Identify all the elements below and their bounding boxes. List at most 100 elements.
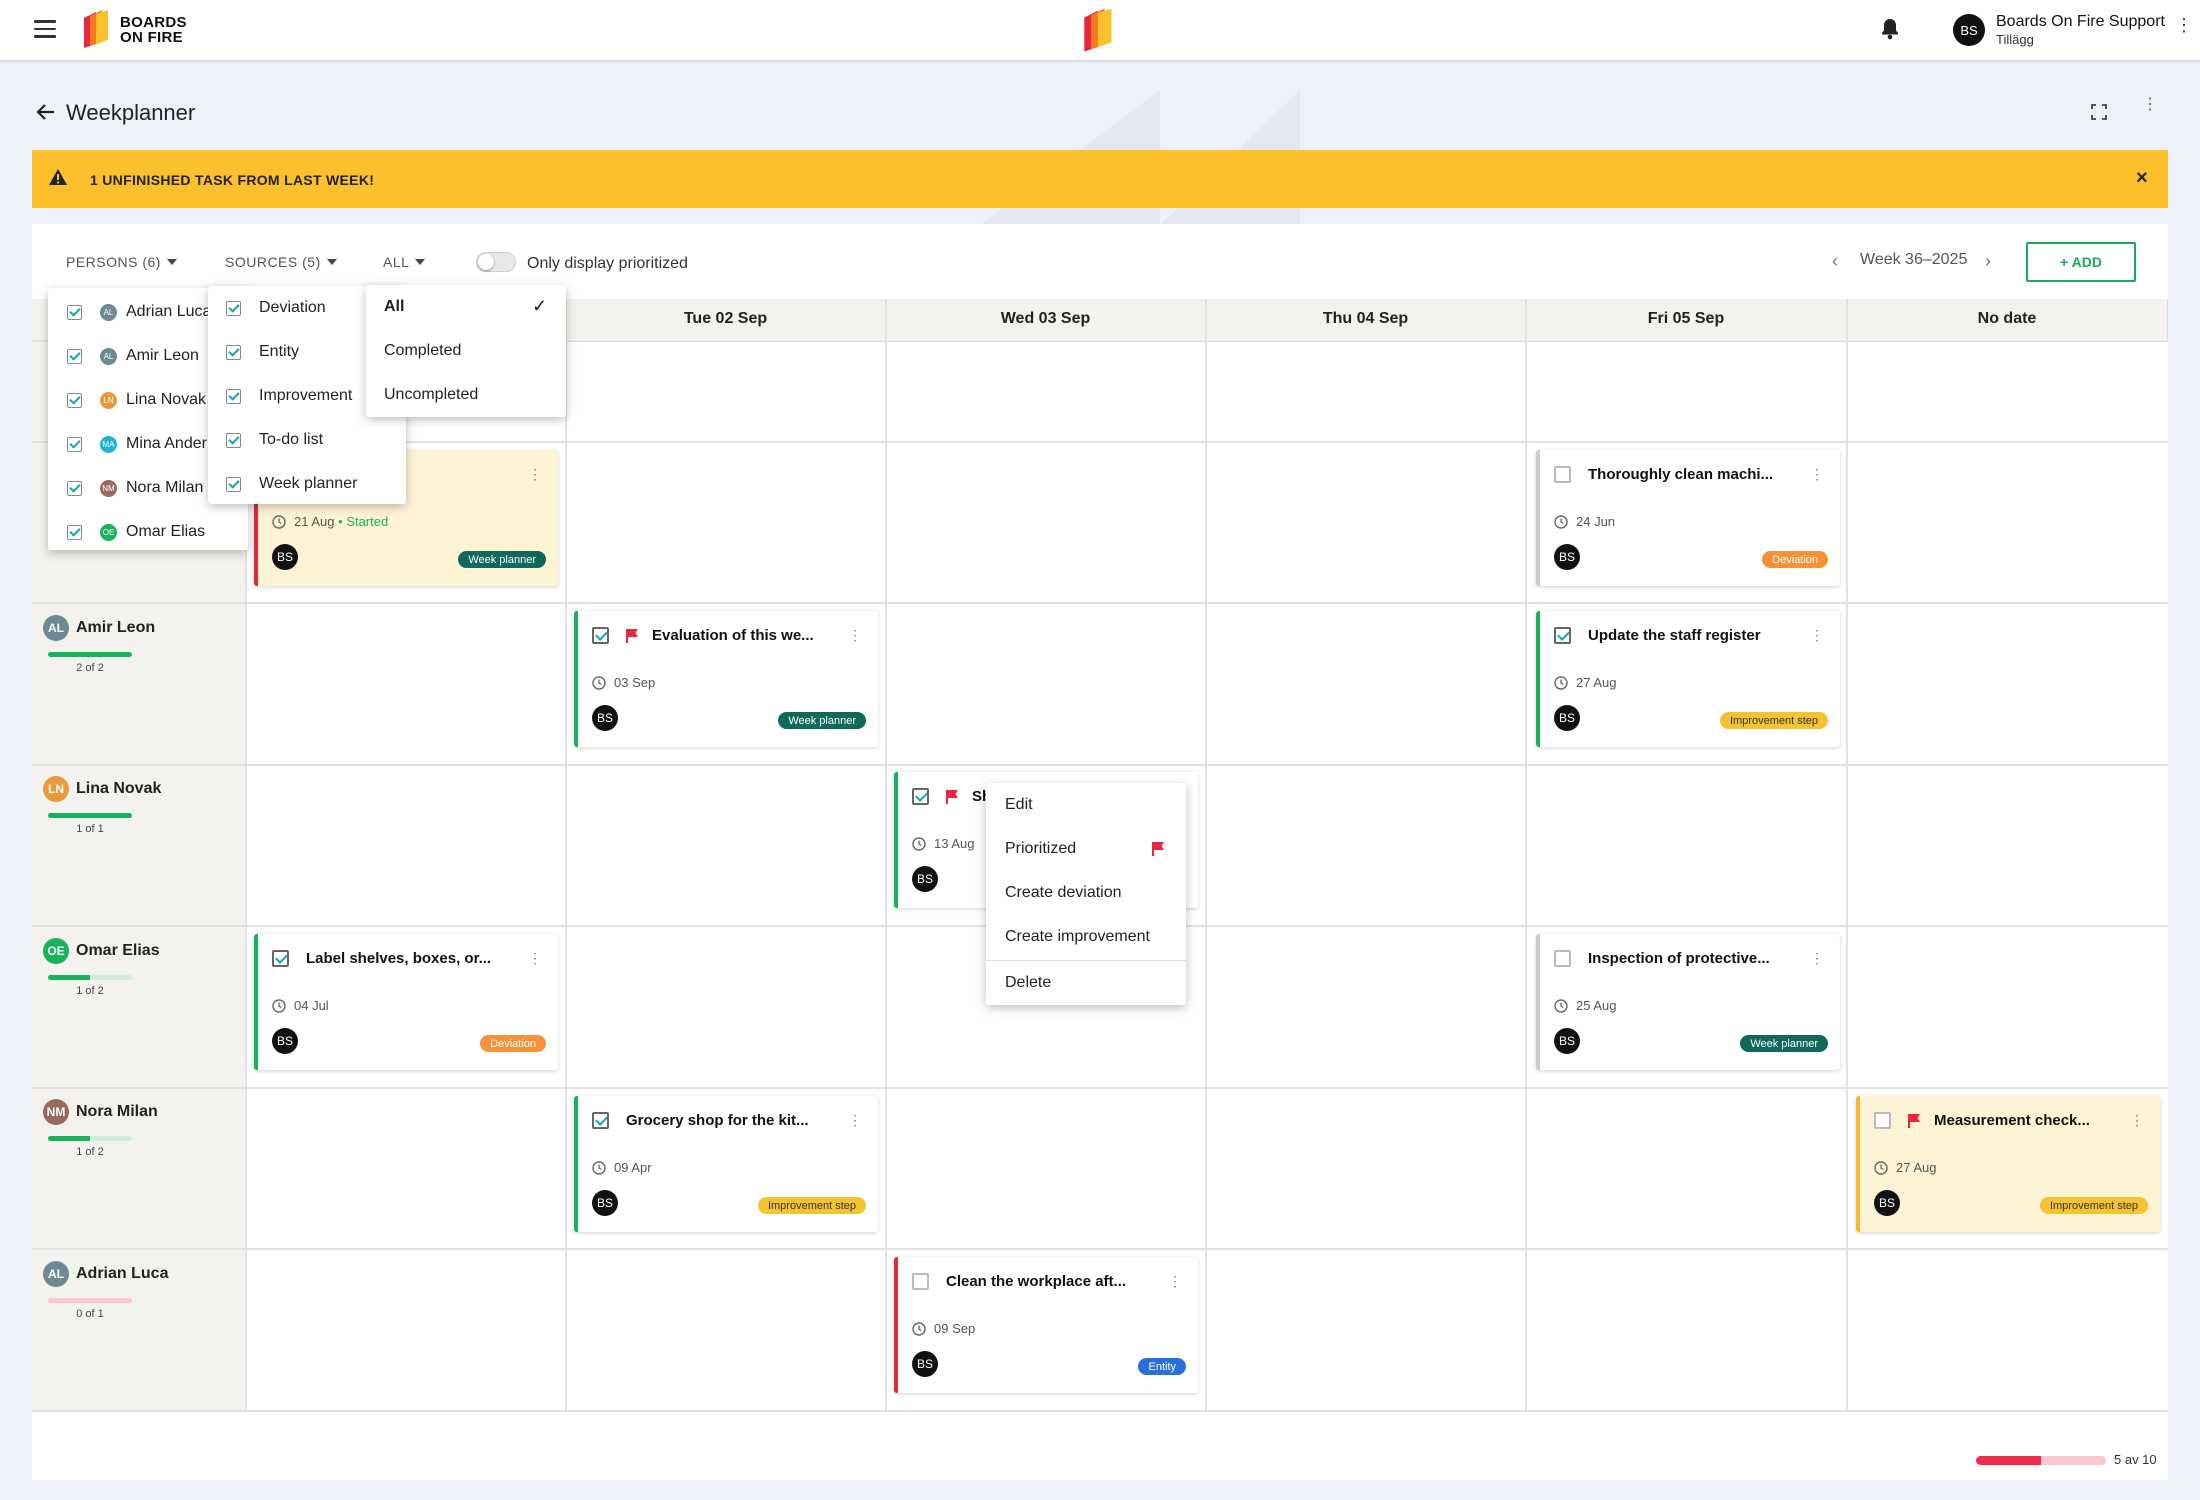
person-name[interactable]: Omar Elias [76, 942, 160, 960]
task-checkbox[interactable] [272, 950, 289, 967]
task-checkbox[interactable] [912, 788, 929, 805]
assignee-avatar: BS [272, 1028, 298, 1054]
grid-line [565, 299, 567, 1411]
card-kebab-icon[interactable]: ⋮ [1168, 1274, 1182, 1288]
card-kebab-icon[interactable]: ⋮ [1810, 628, 1824, 642]
checkbox-checked-icon [67, 349, 82, 364]
persons-filter[interactable]: PERSONS (6) [66, 254, 177, 270]
menu-item-edit[interactable]: Edit [986, 783, 1186, 827]
clock-icon [912, 837, 926, 851]
prioritized-toggle[interactable] [476, 252, 516, 272]
next-week-icon[interactable]: › [1985, 251, 1991, 272]
task-title: Label shelves, boxes, or... [306, 950, 492, 967]
card-kebab-icon[interactable]: ⋮ [528, 951, 542, 965]
person-mini-avatar: NM [100, 480, 117, 497]
grid-line [32, 1410, 2168, 1412]
menu-item-label: Create deviation [1005, 884, 1122, 901]
task-card[interactable]: Thoroughly clean machi... ⋮ 24 Jun BS De… [1536, 450, 1840, 586]
person-name[interactable]: Nora Milan [76, 1103, 158, 1121]
user-avatar[interactable]: BS [1953, 14, 1985, 46]
flag-icon [946, 790, 958, 804]
back-arrow-icon[interactable] [34, 101, 56, 123]
person-mini-avatar: AL [100, 348, 117, 365]
menu-item-create-improvement[interactable]: Create improvement [986, 915, 1186, 959]
task-checkbox[interactable] [1874, 1112, 1891, 1129]
sources-filter[interactable]: SOURCES (5) [225, 254, 337, 270]
sources-option[interactable]: To-do list [208, 418, 406, 462]
task-card[interactable]: Update the staff register ⋮ 27 Aug BS Im… [1536, 611, 1840, 747]
caret-down-icon [326, 259, 337, 265]
status-filter[interactable]: ALL [383, 254, 426, 270]
card-kebab-icon[interactable]: ⋮ [528, 467, 542, 481]
menu-item-delete[interactable]: Delete [986, 961, 1186, 1005]
checkbox-checked-icon [226, 389, 241, 404]
person-mini-avatar: LN [100, 392, 117, 409]
progress-fill [48, 813, 132, 818]
person-name[interactable]: Adrian Luca [76, 1265, 168, 1283]
page-kebab-icon[interactable]: ⋮ [2142, 97, 2158, 113]
task-checkbox[interactable] [592, 627, 609, 644]
person-name[interactable]: Amir Leon [76, 619, 155, 637]
task-card[interactable]: Inspection of protective... ⋮ 25 Aug BS … [1536, 934, 1840, 1070]
bell-icon[interactable] [1880, 18, 1900, 40]
persons-option-label: Mina Ander [126, 435, 207, 452]
card-kebab-icon[interactable]: ⋮ [848, 1113, 862, 1127]
user-name[interactable]: Boards On Fire Support [1996, 13, 2165, 31]
task-card[interactable]: Grocery shop for the kit... ⋮ 09 Apr BS … [574, 1096, 878, 1232]
task-checkbox[interactable] [1554, 466, 1571, 483]
task-title: Update the staff register [1588, 627, 1761, 644]
column-header-fri: Fri 05 Sep [1526, 299, 1847, 339]
task-checkbox[interactable] [592, 1112, 609, 1129]
menu-item-create-deviation[interactable]: Create deviation [986, 871, 1186, 915]
person-avatar: AL [43, 615, 69, 641]
grid-line [1846, 299, 1848, 1411]
top-bar: BOARDS ON FIRE BS Boards On Fire Support… [0, 0, 2200, 60]
task-checkbox[interactable] [912, 1273, 929, 1290]
clock-icon [1554, 676, 1568, 690]
clock-icon [1874, 1161, 1888, 1175]
persons-option-label: Amir Leon [126, 347, 199, 364]
person-task-count: 2 of 2 [76, 662, 104, 674]
prev-week-icon[interactable]: ‹ [1832, 251, 1838, 272]
task-card[interactable]: Label shelves, boxes, or... ⋮ 04 Jul BS … [254, 934, 558, 1070]
checkbox-checked-icon [226, 477, 241, 492]
close-banner-icon[interactable]: × [2136, 167, 2148, 190]
flag-icon [1908, 1114, 1920, 1128]
card-kebab-icon[interactable]: ⋮ [1810, 467, 1824, 481]
user-kebab-icon[interactable]: ⋮ [2175, 16, 2193, 34]
card-kebab-icon[interactable]: ⋮ [2130, 1113, 2144, 1127]
person-name[interactable]: Lina Novak [76, 780, 161, 798]
task-date: 09 Sep [934, 1321, 976, 1336]
status-option-completed[interactable]: Completed [366, 329, 566, 373]
status-option-all[interactable]: All ✓ [366, 285, 566, 329]
source-tag: Week planner [1740, 1035, 1828, 1052]
status-option-label: Uncompleted [384, 386, 479, 403]
task-checkbox[interactable] [1554, 627, 1571, 644]
clock-icon [1554, 999, 1568, 1013]
person-mini-avatar: AL [100, 304, 117, 321]
progress-fill [48, 652, 132, 657]
persons-option[interactable]: OE Omar Elias [48, 510, 248, 554]
task-card[interactable]: Evaluation of this we... ⋮ 03 Sep BS Wee… [574, 611, 878, 747]
user-subtitle: Tillägg [1996, 32, 2034, 47]
sources-option[interactable]: Week planner [208, 462, 406, 506]
source-tag: Week planner [458, 551, 546, 568]
brand-name: BOARDS ON FIRE [120, 15, 187, 45]
card-kebab-icon[interactable]: ⋮ [848, 628, 862, 642]
assignee-avatar: BS [592, 705, 618, 731]
person-avatar: OE [43, 938, 69, 964]
banner-text: 1 UNFINISHED TASK FROM LAST WEEK! [90, 172, 375, 188]
task-card[interactable]: Measurement check... ⋮ 27 Aug BS Improve… [1856, 1096, 2160, 1232]
assignee-avatar: BS [1554, 544, 1580, 570]
task-checkbox[interactable] [1554, 950, 1571, 967]
grid-line [1525, 299, 1527, 1411]
fullscreen-icon[interactable] [2091, 104, 2107, 120]
add-button[interactable]: + ADD [2026, 242, 2136, 282]
menu-item-prioritized[interactable]: Prioritized [986, 827, 1186, 871]
task-date: 09 Apr [614, 1160, 652, 1175]
persons-filter-label: PERSONS (6) [66, 254, 161, 270]
menu-icon[interactable] [34, 20, 56, 38]
status-option-uncompleted[interactable]: Uncompleted [366, 373, 566, 417]
task-card[interactable]: Clean the workplace aft... ⋮ 09 Sep BS E… [894, 1257, 1198, 1393]
card-kebab-icon[interactable]: ⋮ [1810, 951, 1824, 965]
